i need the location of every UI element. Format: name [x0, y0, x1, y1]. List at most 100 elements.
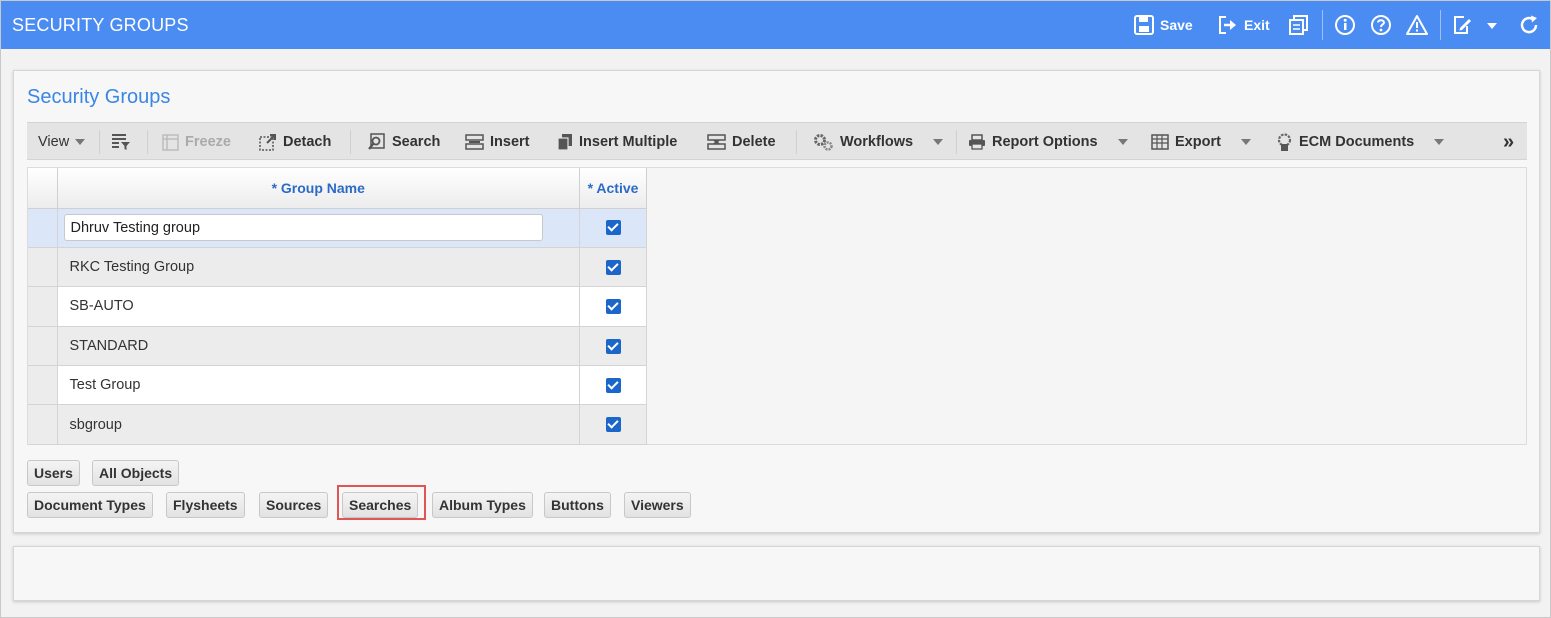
table-row[interactable]: RKC Testing Group	[28, 247, 647, 288]
active-cell[interactable]	[579, 404, 647, 445]
active-checkbox[interactable]	[605, 338, 621, 354]
group-name-input[interactable]	[63, 214, 543, 242]
delete-button[interactable]: Delete	[707, 123, 776, 161]
spreadsheet-icon	[1151, 134, 1169, 150]
tab-all-objects[interactable]: All Objects	[92, 460, 180, 486]
active-cell[interactable]	[579, 208, 647, 248]
table-row[interactable]: Test Group	[28, 365, 647, 406]
filter-button[interactable]	[111, 123, 131, 161]
active-cell[interactable]	[579, 365, 647, 406]
active-checkbox[interactable]	[605, 417, 621, 433]
edit-note-icon[interactable]	[1452, 14, 1474, 36]
active-checkbox[interactable]	[605, 259, 621, 275]
save-icon	[1134, 15, 1154, 35]
tab-album-types[interactable]: Album Types	[432, 492, 533, 518]
search-label: Search	[392, 134, 441, 150]
tab-searches[interactable]: Searches	[342, 492, 419, 518]
tab-flysheets[interactable]: Flysheets	[166, 492, 245, 518]
chevron-down-icon	[933, 139, 944, 145]
detail-panel	[13, 546, 1540, 601]
table-row[interactable]	[28, 208, 647, 248]
active-cell[interactable]	[579, 286, 647, 327]
divider	[796, 130, 797, 154]
table-row[interactable]: SB-AUTO	[28, 286, 647, 327]
app-title: SECURITY GROUPS	[12, 15, 189, 35]
divider	[1322, 10, 1323, 40]
workflows-menu[interactable]: Workflows	[813, 123, 944, 161]
row-selector[interactable]	[28, 404, 58, 445]
exit-label: Exit	[1244, 17, 1270, 33]
divider	[1440, 10, 1441, 40]
help-icon[interactable]	[1370, 14, 1392, 36]
group-name-cell[interactable]: RKC Testing Group	[57, 247, 580, 288]
more-icon: »	[1503, 130, 1515, 153]
freeze-icon	[162, 133, 179, 151]
insert-multiple-label: Insert Multiple	[579, 134, 678, 150]
active-cell[interactable]	[579, 247, 647, 288]
info-icon[interactable]	[1334, 14, 1356, 36]
row-header-corner	[28, 168, 58, 209]
row-selector[interactable]	[28, 208, 58, 248]
group-name-cell[interactable]	[57, 208, 580, 248]
view-label: View	[38, 134, 70, 150]
ecm-documents-menu[interactable]: ECM Documents	[1276, 123, 1445, 161]
group-name-cell[interactable]: SB-AUTO	[57, 286, 580, 327]
freeze-button[interactable]: Freeze	[162, 123, 231, 161]
divider	[99, 130, 100, 154]
report-options-menu[interactable]: Report Options	[968, 123, 1128, 161]
detach-icon	[259, 134, 276, 151]
detach-button[interactable]: Detach	[259, 123, 331, 161]
tab-sources[interactable]: Sources	[259, 492, 329, 518]
insert-button[interactable]: Insert	[465, 123, 530, 161]
group-name-cell[interactable]: STANDARD	[57, 326, 580, 367]
view-menu[interactable]: View	[38, 123, 86, 161]
chevron-down-icon	[1240, 139, 1251, 145]
delete-label: Delete	[732, 134, 776, 150]
delete-row-icon	[707, 134, 726, 150]
divider	[350, 130, 351, 154]
title-bar: SECURITY GROUPS Save Exit	[1, 1, 1550, 49]
exit-icon	[1219, 16, 1236, 34]
freeze-label: Freeze	[185, 134, 231, 150]
column-header-group-name[interactable]: * Group Name	[57, 168, 580, 209]
tab-users[interactable]: Users	[27, 460, 80, 486]
search-button[interactable]: Search	[368, 123, 440, 161]
workflows-label: Workflows	[840, 134, 914, 150]
save-button[interactable]: Save	[1134, 14, 1193, 36]
insert-row-icon	[465, 134, 484, 150]
chevron-down-icon[interactable]	[1484, 14, 1500, 36]
detach-label: Detach	[283, 134, 332, 150]
column-header-active[interactable]: * Active	[579, 168, 647, 209]
insert-multiple-icon	[557, 134, 572, 151]
save-label: Save	[1160, 17, 1193, 33]
print-copy-icon[interactable]	[1288, 14, 1310, 36]
refresh-icon[interactable]	[1518, 14, 1540, 36]
warning-icon[interactable]	[1406, 14, 1428, 36]
ecm-documents-label: ECM Documents	[1299, 134, 1415, 150]
active-checkbox[interactable]	[605, 377, 621, 393]
toolbar-overflow-button[interactable]: »	[1503, 123, 1514, 161]
row-selector[interactable]	[28, 326, 58, 367]
export-menu[interactable]: Export	[1151, 123, 1251, 161]
table-row[interactable]: sbgroup	[28, 404, 647, 445]
row-selector[interactable]	[28, 365, 58, 406]
active-checkbox[interactable]	[605, 220, 621, 236]
report-options-label: Report Options	[992, 134, 1098, 150]
exit-button[interactable]: Exit	[1218, 14, 1270, 36]
group-name-cell[interactable]: sbgroup	[57, 404, 580, 445]
tab-buttons[interactable]: Buttons	[544, 492, 611, 518]
table-row[interactable]: STANDARD	[28, 326, 647, 367]
grid-toolbar: View Freeze Detach Search Insert Insert …	[27, 122, 1527, 160]
insert-multiple-button[interactable]: Insert Multiple	[557, 123, 677, 161]
active-checkbox[interactable]	[605, 299, 621, 315]
filter-list-icon	[112, 134, 130, 150]
tab-viewers[interactable]: Viewers	[624, 492, 691, 518]
row-selector[interactable]	[28, 247, 58, 288]
export-label: Export	[1175, 134, 1221, 150]
chevron-down-icon	[1117, 139, 1128, 145]
tab-document-types[interactable]: Document Types	[27, 492, 153, 518]
group-name-cell[interactable]: Test Group	[57, 365, 580, 406]
ecm-documents-icon	[1277, 132, 1292, 151]
row-selector[interactable]	[28, 286, 58, 327]
active-cell[interactable]	[579, 326, 647, 367]
